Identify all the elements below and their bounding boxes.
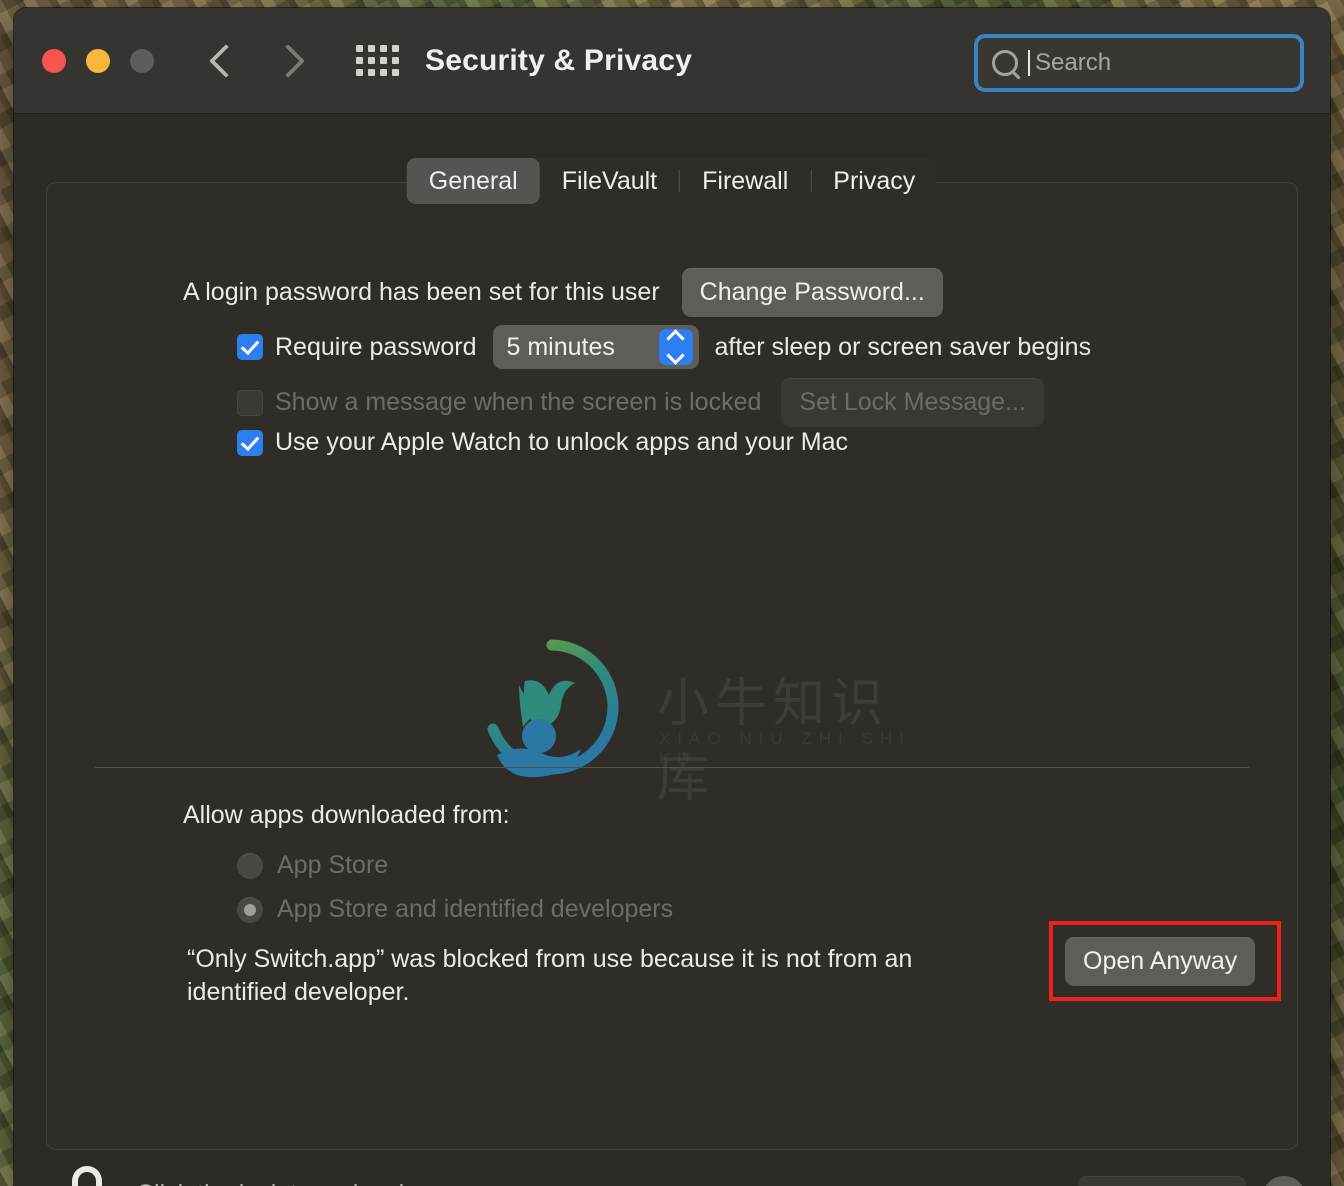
- text-caret: [1028, 50, 1030, 76]
- require-password-checkbox[interactable]: [237, 334, 263, 360]
- minimize-button-icon[interactable]: [86, 48, 110, 73]
- radio-app-store[interactable]: [237, 852, 263, 879]
- lock-message-row: Show a message when the screen is locked…: [237, 378, 1044, 427]
- help-button[interactable]: ?: [1262, 1176, 1306, 1186]
- login-password-label: A login password has been set for this u…: [183, 278, 660, 306]
- apple-watch-row: Use your Apple Watch to unlock apps and …: [237, 428, 848, 457]
- blocked-app-message: “Only Switch.app” was blocked from use b…: [187, 945, 913, 1006]
- watermark-text: 小牛知识库: [657, 674, 890, 809]
- gatekeeper-option-identified-developers[interactable]: App Store and identified developers: [237, 895, 673, 924]
- close-button-icon[interactable]: [42, 48, 66, 73]
- open-anyway-button[interactable]: Open Anyway: [1065, 937, 1256, 986]
- search-icon: [992, 50, 1018, 76]
- gatekeeper-heading-row: Allow apps downloaded from:: [183, 801, 510, 830]
- set-lock-message-button[interactable]: Set Lock Message...: [781, 378, 1044, 427]
- forward-chevron-icon[interactable]: [271, 43, 305, 78]
- apple-watch-checkbox[interactable]: [237, 429, 263, 456]
- radio-identified-developers-label: App Store and identified developers: [277, 895, 674, 923]
- require-password-label: Require password: [275, 332, 477, 361]
- watermark-subtitle: XIAO NIU ZHI SHI KU: [659, 729, 911, 768]
- password-delay-value: 5 minutes: [506, 332, 615, 361]
- system-preferences-window: Security & Privacy Search General FileVa…: [14, 8, 1330, 1186]
- radio-identified-developers[interactable]: [237, 896, 263, 923]
- require-password-suffix: after sleep or screen saver begins: [714, 332, 1092, 361]
- section-divider: [95, 767, 1249, 768]
- require-password-row: Require password 5 minutes after sleep o…: [237, 325, 1091, 369]
- search-field[interactable]: Search: [974, 34, 1304, 92]
- gatekeeper-option-app-store[interactable]: App Store: [237, 851, 388, 880]
- back-chevron-icon[interactable]: [209, 43, 243, 78]
- window-footer: Click the lock to make changes. Advanced…: [14, 1150, 1330, 1186]
- bull-logo-icon: [487, 639, 619, 778]
- preferences-panel: General FileVault Firewall Privacy A log…: [46, 158, 1298, 1150]
- radio-app-store-label: App Store: [277, 851, 389, 879]
- password-delay-select[interactable]: 5 minutes: [492, 325, 699, 369]
- lock-message-checkbox[interactable]: [237, 389, 263, 416]
- stepper-icon[interactable]: [658, 329, 693, 365]
- search-placeholder: Search: [1035, 49, 1112, 76]
- gatekeeper-heading: Allow apps downloaded from:: [183, 801, 510, 829]
- watermark-logo: 小牛知识库 XIAO NIU ZHI SHI KU: [467, 633, 927, 809]
- advanced-button[interactable]: Advanced...: [1077, 1176, 1246, 1186]
- lock-message-label: Show a message when the screen is locked: [275, 388, 762, 416]
- window-titlebar: Security & Privacy Search: [14, 8, 1330, 114]
- grid-icon[interactable]: [356, 45, 399, 76]
- login-password-row: A login password has been set for this u…: [183, 268, 943, 317]
- window-body: General FileVault Firewall Privacy A log…: [14, 114, 1330, 1186]
- general-tab-content: A login password has been set for this u…: [47, 183, 1297, 1149]
- apple-watch-label: Use your Apple Watch to unlock apps and …: [275, 428, 848, 456]
- lock-hint-text: Click the lock to make changes.: [136, 1180, 488, 1186]
- zoom-button-icon[interactable]: [130, 48, 154, 73]
- traffic-light-group: [42, 48, 154, 73]
- lock-icon[interactable]: [60, 1166, 114, 1186]
- navigation-buttons: [209, 43, 305, 78]
- page-title: Security & Privacy: [425, 43, 693, 77]
- change-password-button[interactable]: Change Password...: [681, 268, 943, 317]
